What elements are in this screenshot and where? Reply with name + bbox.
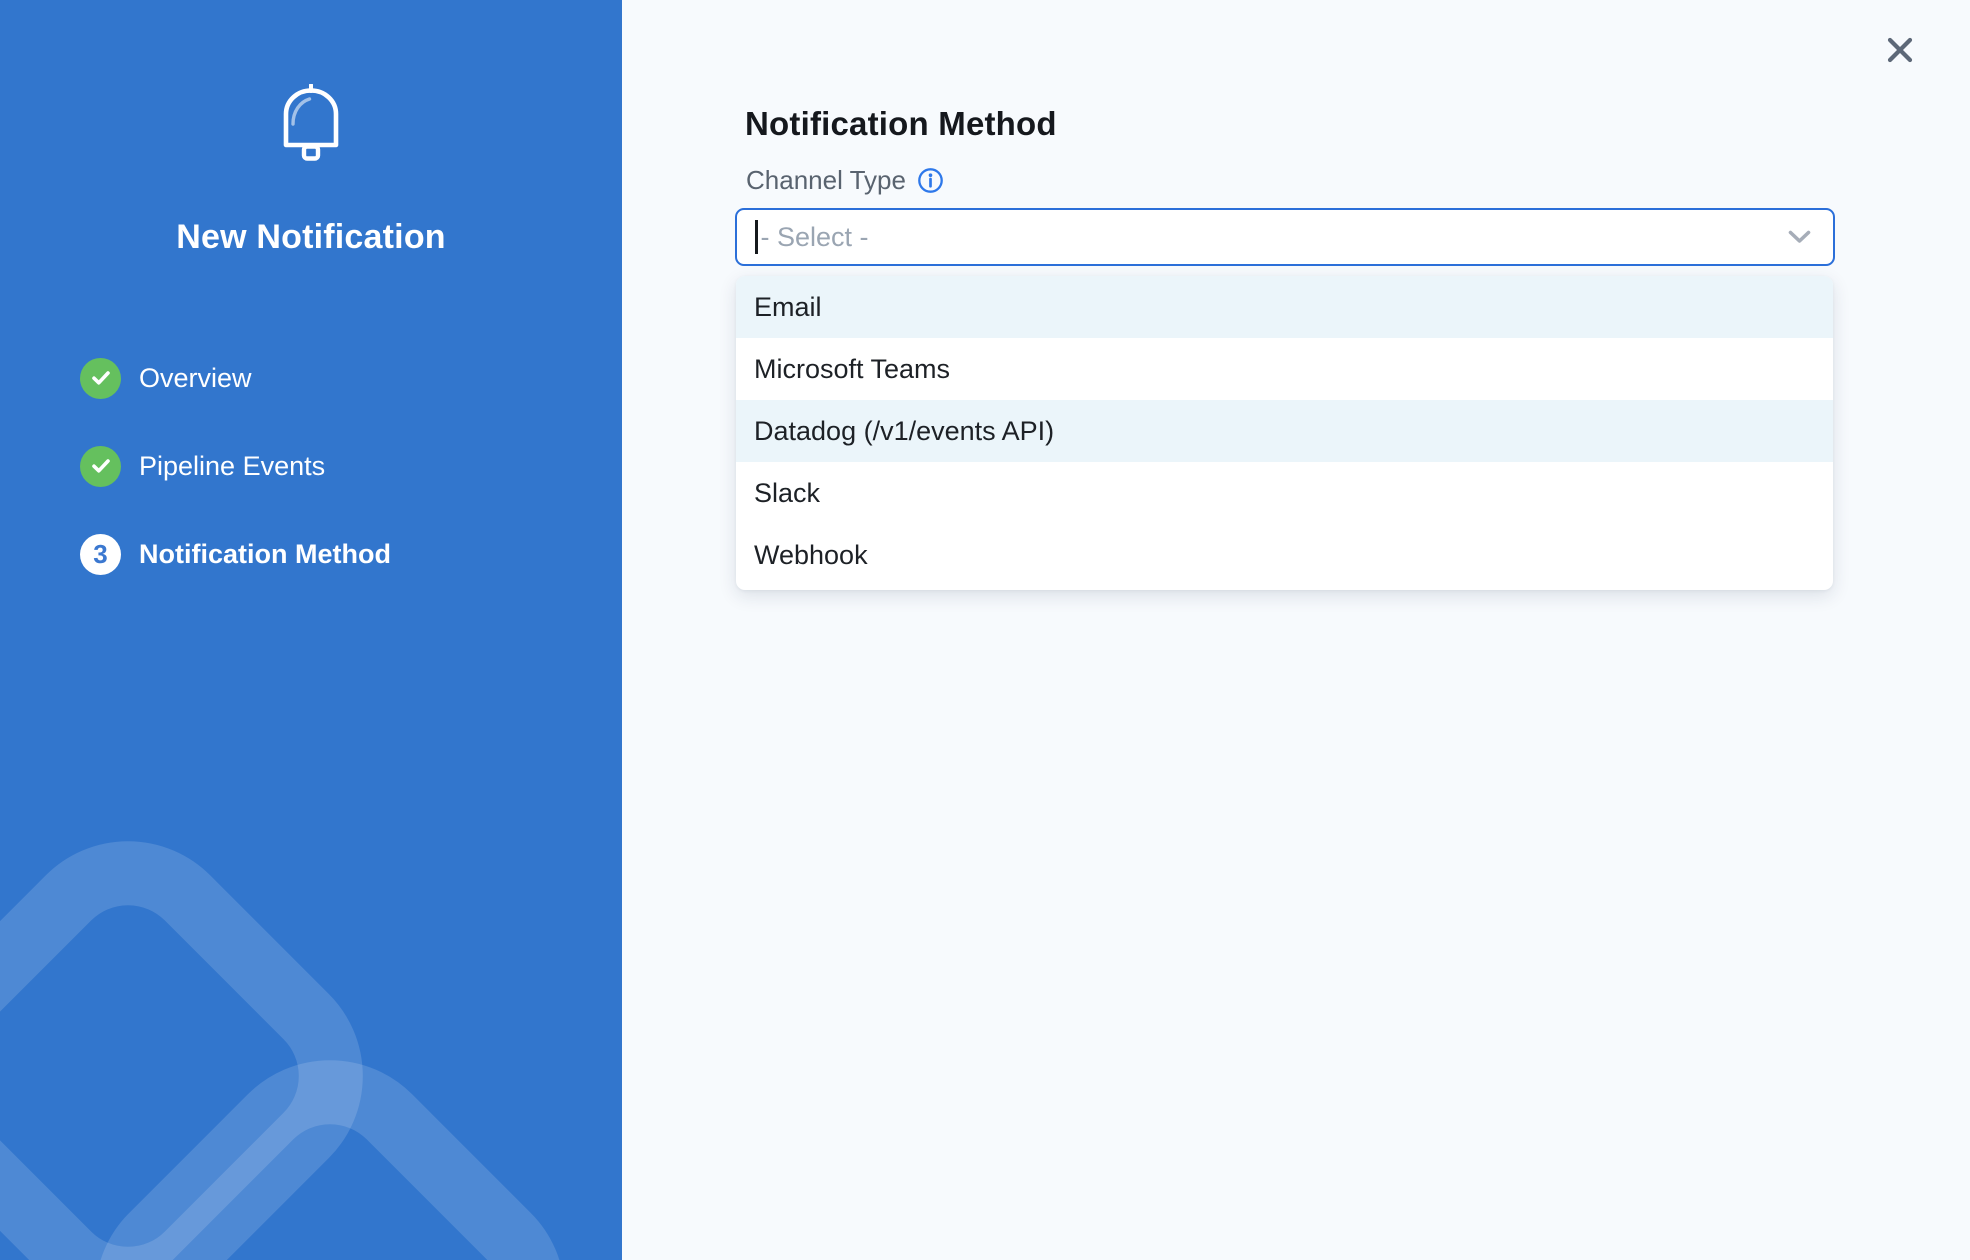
dropdown-option[interactable]: Datadog (/v1/events API) [736, 400, 1833, 462]
dropdown-option[interactable]: Webhook [736, 524, 1833, 586]
step-status-badge: 3 [80, 534, 121, 575]
dropdown-option[interactable]: Email [736, 276, 1833, 338]
wizard-sidebar: New Notification Overview [0, 0, 622, 1260]
dropdown-option-label: Email [754, 292, 822, 323]
close-icon [1885, 35, 1915, 65]
dropdown-option-label: Microsoft Teams [754, 354, 950, 385]
text-caret [755, 220, 758, 254]
dropdown-option-label: Slack [754, 478, 820, 509]
check-icon [91, 458, 111, 474]
channel-type-select[interactable]: - Select - [735, 208, 1835, 266]
info-icon[interactable] [917, 167, 944, 194]
step-number: 3 [93, 541, 107, 567]
check-icon [91, 370, 111, 386]
dropdown-option-label: Webhook [754, 540, 868, 571]
wizard-step[interactable]: 3 Notification Method [80, 533, 391, 575]
channel-type-dropdown: Email Microsoft Teams Datadog (/v1/event… [736, 276, 1833, 590]
dialog-panel: Notification Method Channel Type - Selec… [622, 0, 1970, 1260]
channel-type-label: Channel Type [746, 165, 906, 196]
wizard-title: New Notification [0, 218, 622, 257]
chevron-down-icon [1788, 230, 1811, 244]
step-status-badge [80, 358, 121, 399]
step-label: Notification Method [139, 539, 391, 570]
channel-type-field-label-row: Channel Type [746, 165, 944, 196]
step-label: Overview [139, 363, 252, 394]
dropdown-option[interactable]: Microsoft Teams [736, 338, 1833, 400]
step-label: Pipeline Events [139, 451, 325, 482]
step-status-badge [80, 446, 121, 487]
dialog-title: Notification Method [745, 105, 1057, 143]
wizard-steps: Overview Pipeline Events [80, 357, 391, 621]
select-placeholder: - Select - [761, 222, 869, 253]
logo-watermark [0, 0, 622, 1260]
close-button[interactable] [1883, 33, 1917, 67]
dropdown-option[interactable]: Slack [736, 462, 1833, 524]
dropdown-option-label: Datadog (/v1/events API) [754, 416, 1054, 447]
bell-icon [279, 84, 343, 162]
new-notification-wizard: New Notification Overview [0, 0, 1970, 1260]
wizard-step[interactable]: Overview [80, 357, 391, 399]
wizard-step[interactable]: Pipeline Events [80, 445, 391, 487]
